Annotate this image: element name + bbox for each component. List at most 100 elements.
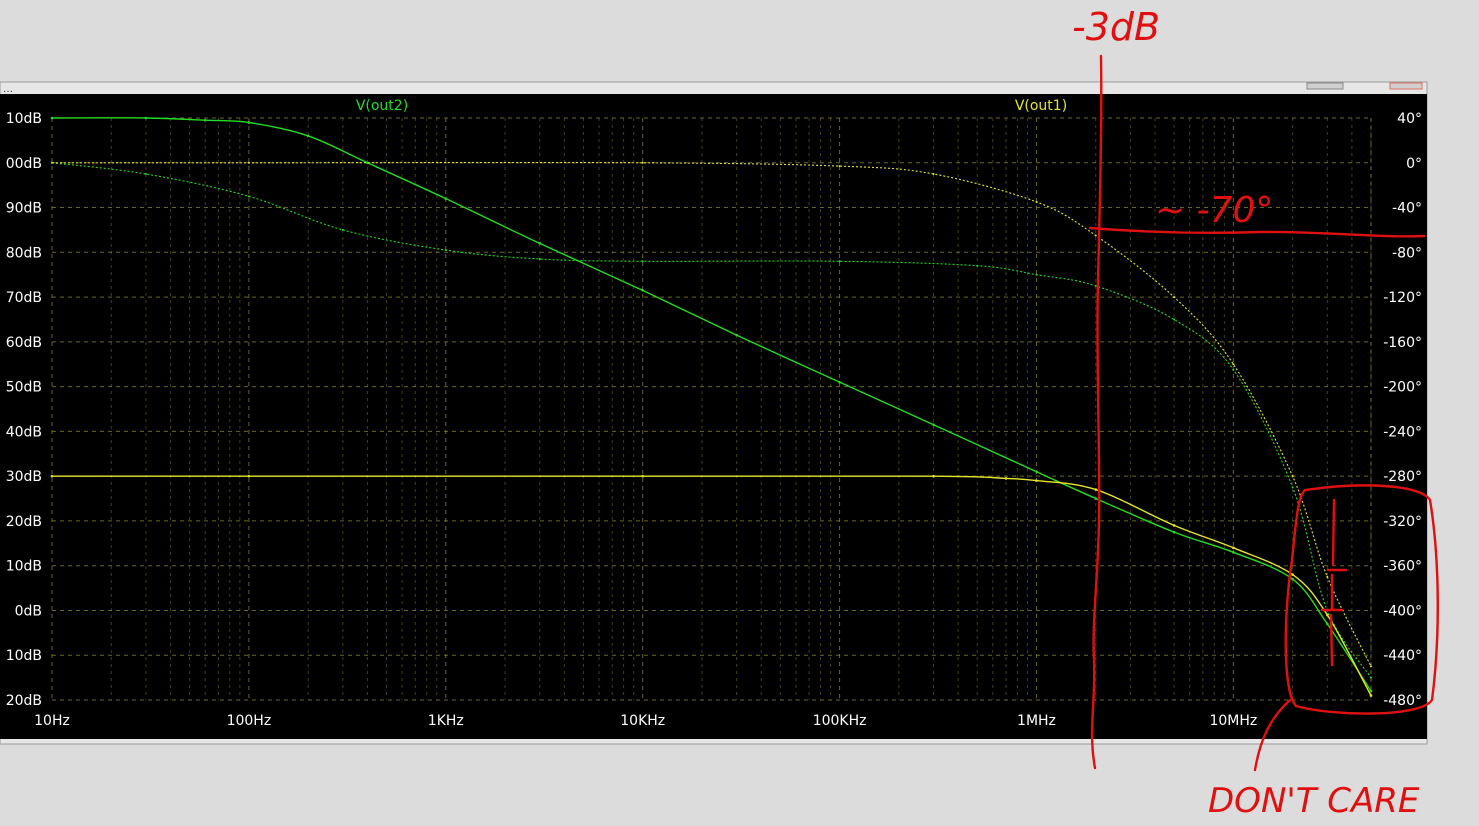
x-tick-label: 100KHz <box>813 713 867 729</box>
series-vout1-magnitude-point <box>1004 477 1008 480</box>
series-vout1-phase-point <box>1291 475 1294 478</box>
series-vout1-magnitude-point <box>1291 573 1294 576</box>
series-vout2-magnitude-point <box>247 121 251 124</box>
series-vout1-phase-point <box>1094 234 1097 237</box>
y-right-tick-label: -280° <box>1383 469 1422 485</box>
series-vout1-magnitude-point <box>50 474 54 478</box>
series-vout2-phase-point <box>976 264 979 267</box>
x-tick-label: 10Hz <box>34 713 70 729</box>
series-vout2-phase-point <box>641 260 644 263</box>
series-vout2-magnitude-point <box>838 380 841 384</box>
y-left-tick-label: 50dB <box>6 380 42 396</box>
series-vout2-phase-point <box>247 195 250 198</box>
series-vout2-magnitude-point <box>1094 497 1098 500</box>
legend-out2[interactable]: V(out2) <box>356 98 408 114</box>
series-vout1-magnitude-point <box>1172 524 1176 527</box>
series-vout1-phase-point <box>641 161 644 164</box>
series-vout2-phase-point <box>444 249 447 252</box>
series-vout2-magnitude-point <box>1232 550 1235 554</box>
annotation-dont-care-label: DON'T CARE <box>1208 781 1420 821</box>
series-vout1-magnitude-point <box>932 474 935 478</box>
series-vout2-phase-point <box>1094 284 1097 287</box>
window-control-left[interactable] <box>1306 82 1344 90</box>
series-vout2-phase-point <box>1035 273 1038 276</box>
y-left-tick-label: 00dB <box>6 156 42 172</box>
y-left-tick-label: 80dB <box>6 245 42 261</box>
series-vout2-magnitude-point <box>1326 622 1329 626</box>
series-vout1-phase-point <box>1035 200 1038 203</box>
series-vout1-magnitude-point <box>1326 613 1329 617</box>
y-right-tick-label: -40° <box>1392 201 1422 217</box>
y-right-tick-label: -320° <box>1383 514 1422 530</box>
series-vout2-magnitude-point <box>306 134 310 138</box>
series-vout1-magnitude-point <box>247 474 251 478</box>
y-left-tick-label: 70dB <box>6 290 42 306</box>
y-left-tick-label: 10dB <box>6 559 42 575</box>
y-left-tick-label: 10dB <box>6 111 42 127</box>
y-right-tick-label: 0° <box>1406 156 1422 172</box>
x-tick-label: 1MHz <box>1017 713 1056 729</box>
y-right-tick-label: -240° <box>1383 424 1422 440</box>
series-vout1-phase-point <box>838 165 841 168</box>
x-tick-label: 1KHz <box>428 713 464 729</box>
y-left-tick-label: 0dB <box>15 603 42 619</box>
annotation-phase-label: ~ -70° <box>1155 190 1273 231</box>
y-right-tick-label: -120° <box>1383 290 1422 306</box>
y-right-tick-label: -480° <box>1383 693 1422 709</box>
series-vout1-magnitude-point <box>1035 479 1038 482</box>
series-vout2-magnitude-point <box>1172 530 1176 534</box>
y-left-tick-label: 30dB <box>6 469 42 485</box>
series-vout1-phase-point <box>1173 296 1176 299</box>
series-vout1-phase-point <box>247 161 250 164</box>
window-control-right[interactable] <box>1389 82 1423 90</box>
series-vout2-magnitude-point <box>932 423 935 426</box>
series-vout2-phase-point <box>1232 368 1235 371</box>
series-vout2-magnitude-point <box>1035 470 1038 473</box>
y-left-tick-label: 90dB <box>6 201 42 217</box>
series-vout1-magnitude-point <box>1232 546 1235 550</box>
series-vout2-phase-point <box>1370 676 1372 679</box>
x-tick-label: 10KHz <box>620 713 665 729</box>
y-left-tick-label: 40dB <box>6 424 42 440</box>
y-right-tick-label: -440° <box>1383 648 1422 664</box>
y-right-tick-label: -80° <box>1392 245 1422 261</box>
series-vout1-magnitude-point <box>1094 488 1098 491</box>
series-vout2-magnitude-point <box>735 333 738 337</box>
series-vout2-phase-point <box>1291 486 1294 489</box>
series-vout1-magnitude-point <box>1369 694 1373 697</box>
y-left-tick-label: 20dB <box>6 514 42 530</box>
series-vout2-phase-point <box>838 260 841 263</box>
series-vout1-phase-point <box>1370 665 1372 668</box>
series-vout2-phase-point <box>538 258 541 261</box>
series-vout2-magnitude-point <box>538 242 542 245</box>
series-vout1-phase-point <box>1326 575 1329 578</box>
y-right-tick-label: -160° <box>1383 335 1422 351</box>
series-vout1-phase-point <box>932 172 935 175</box>
x-tick-label: 100Hz <box>227 713 272 729</box>
series-vout1-phase-point <box>1232 363 1235 366</box>
series-vout2-magnitude-point <box>144 116 148 120</box>
series-vout2-magnitude-point <box>1369 689 1373 693</box>
series-vout2-phase-point <box>144 172 147 175</box>
window-title-marker: … <box>3 84 13 95</box>
y-right-tick-label: 40° <box>1397 111 1422 127</box>
y-right-tick-label: -400° <box>1383 603 1422 619</box>
x-tick-label: 10MHz <box>1209 713 1257 729</box>
series-vout2-magnitude-point <box>1291 577 1294 581</box>
bode-plot-window: … 10dB 00dB 90dB 80dB 70dB 60dB 50dB 40dB 30dB 20… <box>0 5 1439 821</box>
series-vout1-magnitude-point <box>641 474 644 478</box>
series-vout2-magnitude-point <box>203 118 207 122</box>
y-right-tick-label: -360° <box>1383 559 1422 575</box>
series-vout2-phase-point <box>341 228 344 231</box>
series-vout1-phase-point <box>51 161 53 164</box>
y-left-tick-label: 60dB <box>6 335 42 351</box>
annotation-3db-label: -3dB <box>1072 5 1160 49</box>
y-left-tick-label: 10dB <box>6 648 42 664</box>
series-vout2-magnitude-point <box>444 197 448 200</box>
legend-out1[interactable]: V(out1) <box>1015 98 1067 114</box>
series-vout2-magnitude-point <box>641 289 644 292</box>
series-vout2-phase-point <box>1173 318 1176 321</box>
y-left-tick-label: 20dB <box>6 693 42 709</box>
series-vout2-magnitude-point <box>50 116 54 120</box>
y-right-tick-label: -200° <box>1383 380 1422 396</box>
